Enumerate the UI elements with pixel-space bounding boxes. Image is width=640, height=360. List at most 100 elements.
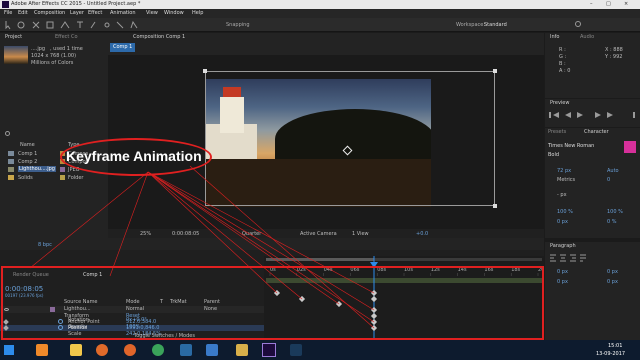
view-select[interactable]: 1 View (352, 231, 369, 237)
layer-row[interactable]: Lighthou... Normal None (0, 306, 264, 313)
layer-name[interactable]: Lighthou... (64, 306, 91, 312)
toggle-switches-modes[interactable]: Toggle Switches / Modes (134, 333, 195, 339)
vertical-scale-value[interactable]: 100 % (557, 209, 573, 215)
search-icon[interactable] (5, 131, 10, 136)
maximize-button[interactable]: □ (606, 1, 611, 7)
column-name[interactable]: Name (20, 142, 35, 148)
col-trkmat[interactable]: TrkMat (170, 299, 187, 305)
after-effects-taskbar-icon[interactable] (262, 343, 276, 357)
kerning-value[interactable]: Metrics (557, 177, 575, 183)
info-b: B : (559, 61, 566, 67)
font-style-select[interactable]: Bold (548, 152, 559, 158)
space-before-value[interactable]: 0 px (557, 279, 568, 285)
search-help-icon[interactable] (575, 21, 581, 27)
space-after-value[interactable]: 0 px (607, 279, 618, 285)
ruler-label: 16s (484, 267, 493, 273)
col-t[interactable]: T (160, 299, 163, 305)
workspace-value[interactable]: Standard (484, 22, 507, 28)
timeline-timecode[interactable]: 0:00:08:05 (5, 285, 43, 293)
indent-right-value[interactable]: 0 px (607, 269, 618, 275)
photos-icon[interactable] (206, 344, 218, 356)
menu-animation[interactable]: Animation (110, 10, 136, 16)
camera-select[interactable]: Active Camera (300, 231, 337, 237)
tracking-value[interactable]: 0 (607, 177, 610, 183)
tab-composition[interactable]: Composition Comp 1 (130, 33, 188, 42)
minimize-button[interactable]: – (590, 1, 593, 7)
menu-view[interactable]: View (146, 10, 158, 16)
item-type: JPEG (68, 167, 80, 173)
tab-project[interactable]: Project (2, 33, 25, 42)
project-item-dims: 1024 x 768 (1.00) (31, 53, 77, 59)
layer-bounding-box[interactable] (205, 71, 495, 206)
property-row[interactable]: Scale 242.0,184.5% (0, 331, 264, 337)
tab-character[interactable]: Character (581, 128, 612, 137)
chrome-icon[interactable] (152, 344, 164, 356)
leading-value[interactable]: Auto (607, 168, 619, 174)
subtab-comp-1[interactable]: Comp 1 (110, 43, 136, 52)
photoshop-icon[interactable] (290, 344, 302, 356)
project-list-item[interactable]: Lighthou....jpg JPEG (4, 166, 108, 174)
align-icons[interactable] (549, 254, 629, 262)
resolution-select[interactable]: Quarter (242, 231, 261, 237)
xampp-icon[interactable] (36, 344, 48, 356)
tab-comp-1-timeline[interactable]: Comp 1 (80, 271, 105, 280)
firefox-icon[interactable] (124, 344, 136, 356)
label-color-swatch (60, 159, 65, 164)
baseline-shift-value[interactable]: 0 px (557, 219, 568, 225)
property-row[interactable]: Opacity 100% (0, 324, 264, 330)
property-value[interactable]: 100% (126, 324, 140, 330)
time-ruler[interactable]: 0s 02s 04s 06s 08s 10s 12s 14s 16s 18s 20s (264, 256, 544, 340)
clock-date[interactable]: 13-09-2017 (596, 351, 625, 357)
property-row[interactable]: Rotation 0x+0.0° (0, 317, 264, 323)
col-mode[interactable]: Mode (126, 299, 140, 305)
item-name: Comp 1 (18, 151, 38, 157)
property-value[interactable]: 0x+0.0° (126, 317, 147, 323)
tools-icons[interactable] (3, 20, 213, 30)
media-player-icon[interactable] (96, 344, 108, 356)
ruler-label: 02s (297, 267, 306, 273)
explorer-icon[interactable] (70, 344, 82, 356)
start-icon[interactable] (4, 345, 14, 355)
menu-layer[interactable]: Layer (70, 10, 84, 16)
tab-preview[interactable]: Preview (547, 99, 572, 108)
bounding-handle[interactable] (493, 204, 497, 208)
info-x: X : 888 (605, 47, 623, 53)
clock-time[interactable]: 15:01 (608, 343, 622, 349)
col-parent[interactable]: Parent (204, 299, 220, 305)
tab-effect-controls[interactable]: Effect Co (52, 33, 81, 42)
playback-controls-icon[interactable] (547, 111, 637, 119)
fill-color-swatch[interactable] (624, 141, 636, 153)
comp-timecode[interactable]: 0:00:08:05 (172, 231, 199, 237)
menu-edit[interactable]: Edit (18, 10, 28, 16)
font-size-value[interactable]: 72 px (557, 168, 571, 174)
layer-mode[interactable]: Normal (126, 306, 144, 312)
tab-presets[interactable]: Presets (545, 128, 569, 137)
tab-render-queue[interactable]: Render Queue (10, 271, 52, 280)
menu-help[interactable]: Help (192, 10, 203, 16)
visibility-eye-icon[interactable] (4, 308, 9, 311)
font-family-select[interactable]: Times New Roman (548, 143, 594, 149)
menu-file[interactable]: File (4, 10, 12, 16)
col-source-name[interactable]: Source Name (64, 299, 98, 305)
zoom-value[interactable]: 25% (140, 231, 151, 237)
tab-paragraph[interactable]: Paragraph (547, 242, 579, 251)
indent-left-value[interactable]: 0 px (557, 269, 568, 275)
bounding-handle[interactable] (203, 69, 207, 73)
paint-icon[interactable] (236, 344, 248, 356)
bounding-handle[interactable] (493, 69, 497, 73)
layer-parent[interactable]: None (204, 306, 217, 312)
menu-window[interactable]: Window (164, 10, 184, 16)
menu-composition[interactable]: Composition (34, 10, 65, 16)
project-list-item[interactable]: Solids Folder (4, 174, 108, 182)
tsume-value[interactable]: 0 % (607, 219, 617, 225)
snapping-label[interactable]: Snapping (226, 22, 250, 28)
tab-info[interactable]: Info (547, 33, 562, 42)
exposure-value[interactable]: +0.0 (416, 231, 428, 237)
tab-audio[interactable]: Audio (577, 33, 597, 42)
bpc-indicator[interactable]: 8 bpc (38, 242, 52, 248)
close-button[interactable]: × (624, 1, 628, 7)
menu-effect[interactable]: Effect (88, 10, 102, 16)
media-icon[interactable] (180, 344, 192, 356)
stroke-width-value[interactable]: - px (557, 192, 567, 198)
horizontal-scale-value[interactable]: 100 % (607, 209, 623, 215)
